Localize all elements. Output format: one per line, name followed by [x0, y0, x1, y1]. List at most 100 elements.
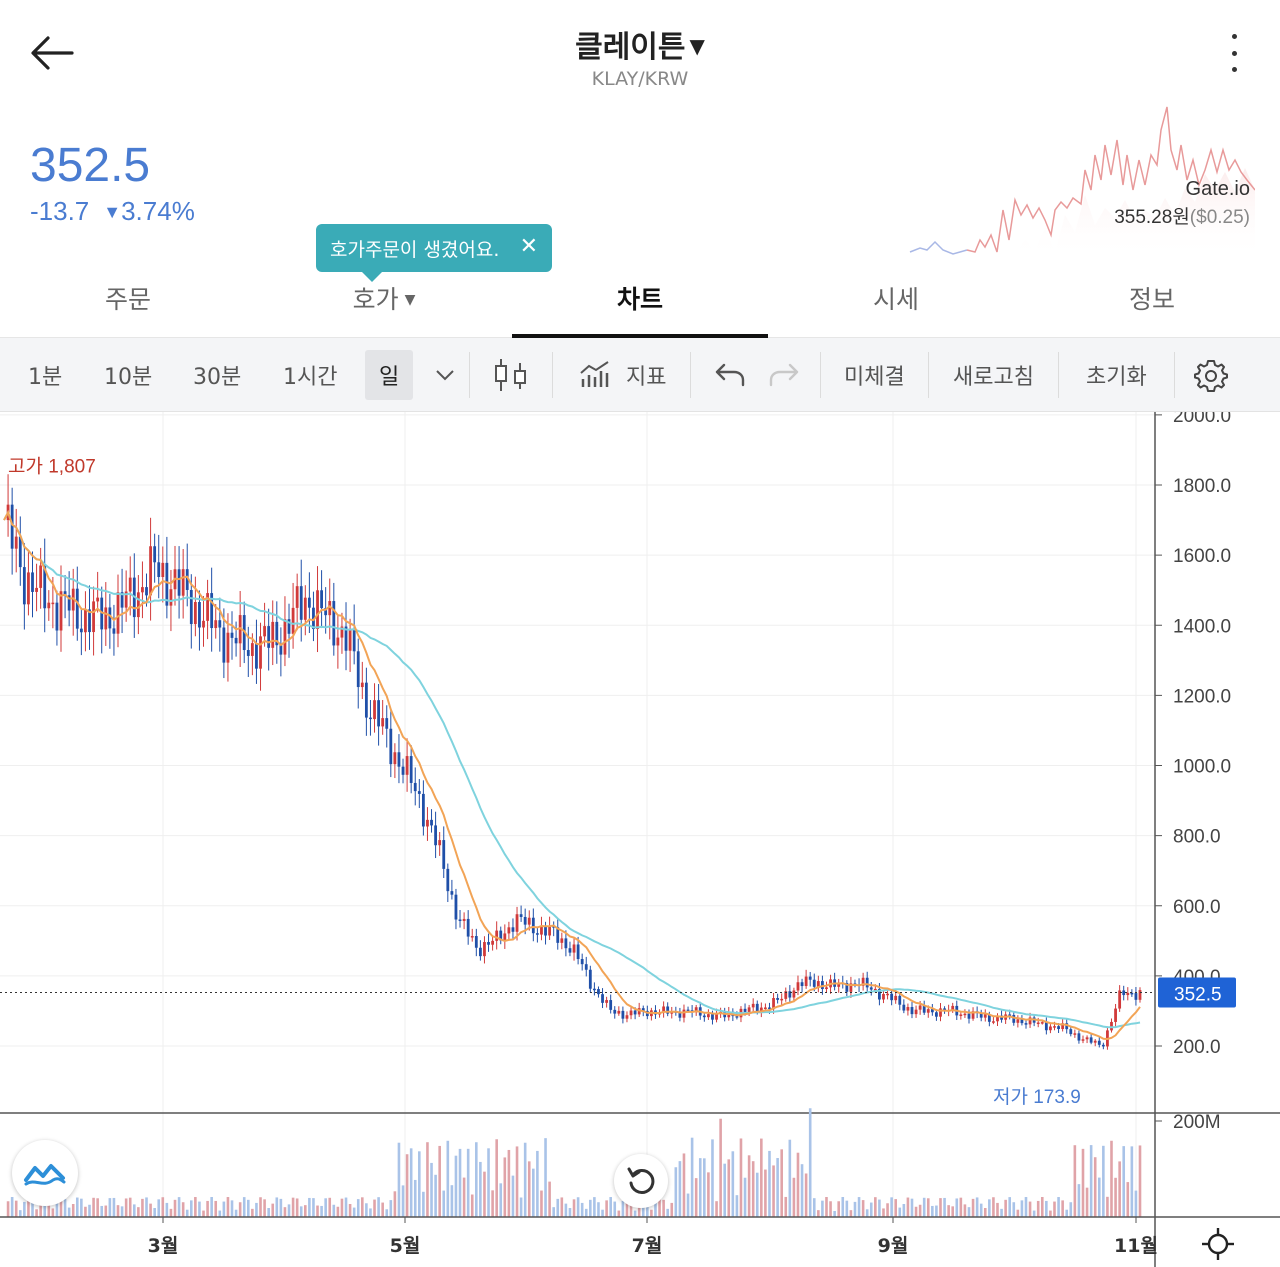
volume-bar: [511, 1175, 515, 1217]
close-icon[interactable]: ✕: [520, 234, 538, 259]
volume-bar: [686, 1193, 690, 1217]
interval-day-button[interactable]: 일: [365, 350, 414, 400]
candle-body: [393, 752, 397, 765]
candle-body: [409, 756, 413, 783]
volume-bar: [320, 1205, 323, 1217]
volume-bar: [914, 1206, 918, 1217]
low-price-label: 저가 173.9: [993, 1086, 1081, 1108]
volume-bar: [332, 1204, 336, 1217]
interval-1min-button[interactable]: 1분: [28, 338, 62, 412]
candle-body: [279, 645, 283, 655]
candle-body: [1073, 1033, 1077, 1035]
refresh-button[interactable]: 새로고침: [953, 338, 1034, 412]
reference-price-krw: 355.28원: [1114, 207, 1190, 228]
candle-body: [141, 587, 144, 593]
candle-body: [825, 987, 828, 990]
tab-order[interactable]: 주문: [0, 258, 256, 337]
tab-market-price[interactable]: 시세: [768, 258, 1024, 337]
candle-body: [1101, 1044, 1105, 1047]
volume-bar: [230, 1200, 234, 1217]
volume-bar: [442, 1190, 446, 1217]
indicator-button[interactable]: 지표: [578, 338, 666, 412]
volume-bar: [589, 1199, 592, 1217]
volume-bar: [869, 1202, 873, 1217]
chart-reload-button[interactable]: [614, 1154, 668, 1208]
price-chart[interactable]: 200.0400.0600.0800.01000.01200.01400.016…: [0, 412, 1280, 1267]
candle-body: [96, 597, 100, 602]
candle-body: [246, 650, 250, 656]
volume-bar: [1077, 1184, 1081, 1217]
back-button[interactable]: [24, 28, 80, 78]
volume-bar: [430, 1162, 433, 1217]
candle-body: [39, 565, 43, 588]
reset-button[interactable]: 초기화: [1086, 338, 1147, 412]
candle-body: [250, 643, 254, 656]
volume-bar: [1138, 1145, 1142, 1217]
volume-bar: [251, 1208, 254, 1217]
candle-body: [255, 643, 258, 669]
candle-body: [743, 1008, 747, 1012]
candle-body: [1016, 1019, 1020, 1023]
candle-body: [426, 819, 429, 827]
candle-body: [181, 569, 185, 596]
interval-30min-button[interactable]: 30분: [193, 338, 241, 412]
volume-bar: [499, 1183, 503, 1217]
candle-body: [1040, 1022, 1044, 1024]
candle-body: [84, 609, 87, 633]
interval-dropdown[interactable]: [434, 338, 456, 412]
chart-settings-button[interactable]: [1194, 338, 1228, 412]
candle-body: [92, 601, 95, 633]
y-tick-label: 1400.0: [1173, 616, 1231, 637]
volume-bar: [601, 1209, 604, 1217]
candle-body: [145, 587, 148, 596]
x-tick-label: 5월: [390, 1235, 421, 1257]
volume-bar: [515, 1146, 519, 1217]
volume-bar: [206, 1200, 209, 1217]
volume-bar: [690, 1137, 694, 1217]
chart-type-button[interactable]: [492, 338, 530, 412]
sun-gear-icon: [1202, 1228, 1234, 1260]
volume-bar: [992, 1197, 995, 1217]
candle-body: [902, 1004, 906, 1011]
chart-logo-button[interactable]: [12, 1140, 78, 1206]
volume-bar: [800, 1164, 804, 1217]
volume-bar: [878, 1199, 881, 1217]
candle-body: [483, 942, 486, 957]
volume-bar: [153, 1208, 156, 1217]
volume-bar: [1085, 1187, 1089, 1217]
volume-bar: [71, 1203, 75, 1217]
volume-bar: [849, 1210, 853, 1217]
x-tick-label: 9월: [878, 1235, 909, 1257]
interval-10min-button[interactable]: 10분: [104, 338, 152, 412]
candle-body: [198, 602, 201, 628]
candle-body: [865, 977, 869, 988]
volume-bar: [837, 1201, 840, 1217]
tab-info[interactable]: 정보: [1024, 258, 1280, 337]
candle-body: [1130, 992, 1134, 995]
volume-bar: [731, 1151, 735, 1217]
candle-body: [1138, 990, 1142, 1000]
volume-bar: [23, 1201, 26, 1217]
volume-bar: [808, 1108, 812, 1217]
redo-button[interactable]: [768, 338, 800, 412]
volume-bar: [446, 1140, 450, 1217]
more-menu-button[interactable]: [1220, 30, 1248, 76]
coin-selector[interactable]: 클레이튼 ▼ KLAY/KRW: [440, 22, 840, 90]
axis-settings-button[interactable]: [1198, 1226, 1238, 1262]
undo-button[interactable]: [714, 338, 746, 412]
volume-bar: [996, 1202, 999, 1217]
unfilled-orders-button[interactable]: 미체결: [844, 338, 905, 412]
interval-1hour-button[interactable]: 1시간: [283, 338, 337, 412]
candle-body: [320, 590, 323, 609]
volume-bar: [707, 1172, 710, 1217]
volume-bar: [865, 1209, 869, 1217]
volume-bar: [1089, 1145, 1093, 1217]
candle-body: [478, 947, 482, 957]
volume-bar: [1114, 1177, 1117, 1217]
candle-body: [535, 933, 539, 935]
volume-bar: [84, 1206, 87, 1217]
candle-body: [438, 840, 442, 846]
volume-bar: [845, 1200, 849, 1217]
volume-bar: [299, 1206, 303, 1217]
volume-bar: [548, 1181, 551, 1217]
